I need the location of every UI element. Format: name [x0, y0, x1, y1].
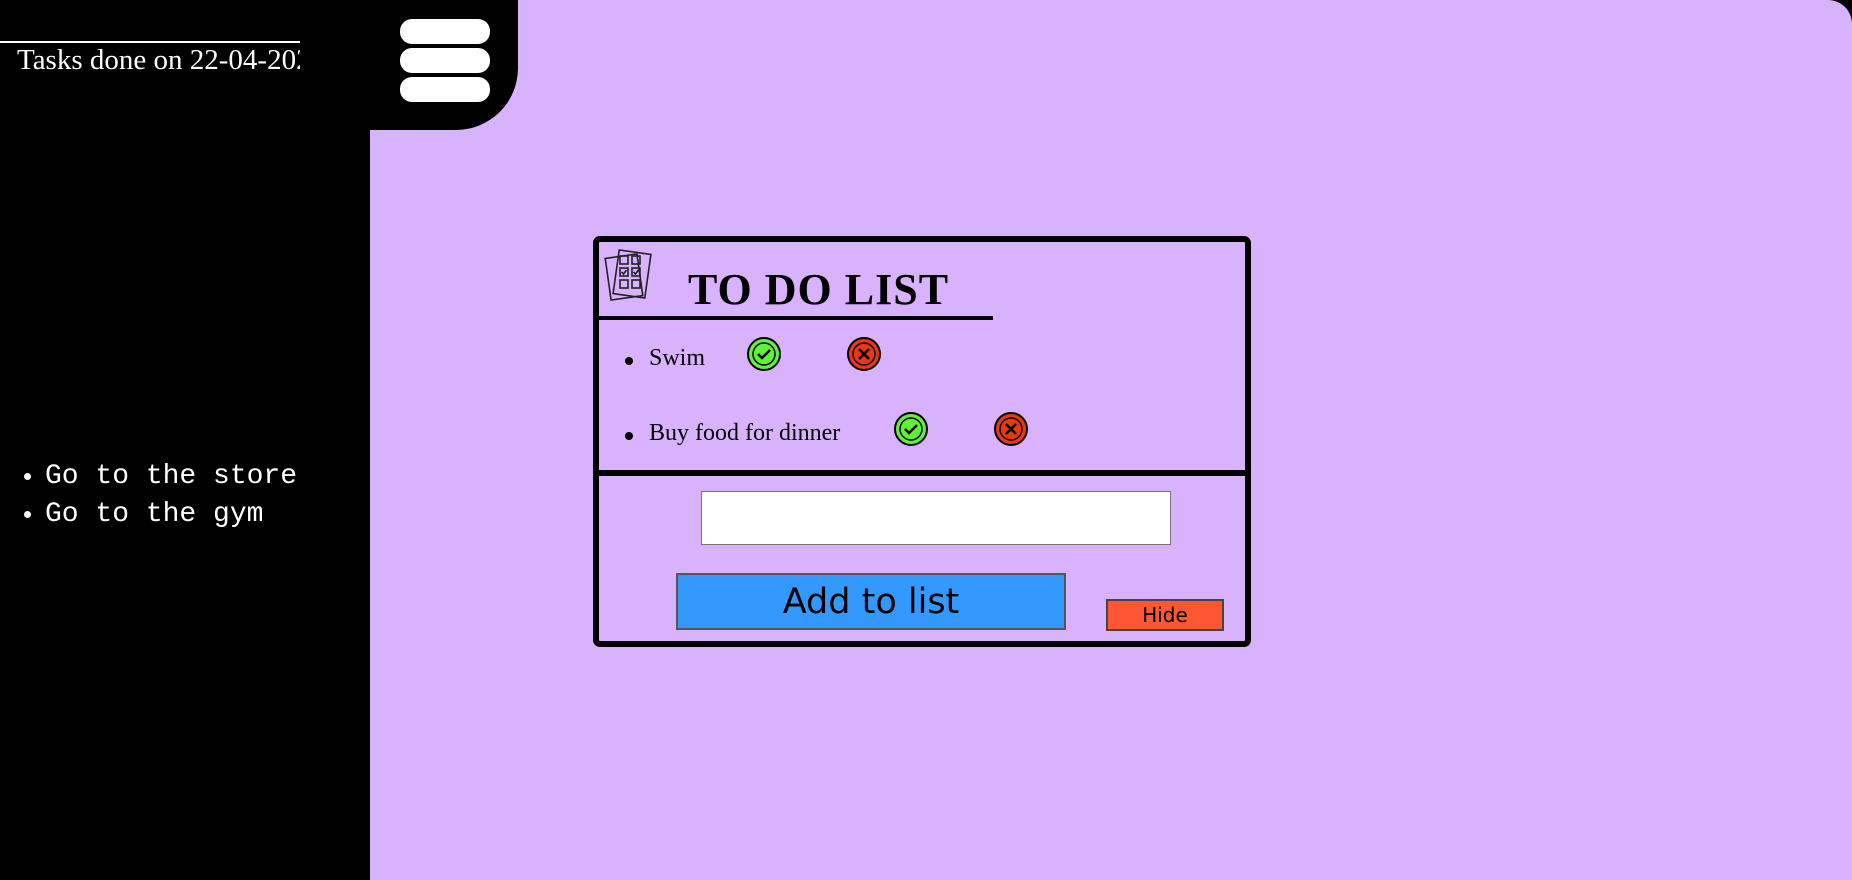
checklist-icon [604, 249, 652, 301]
todo-item: Buy food for dinner [599, 412, 1239, 456]
menu-bar [400, 77, 490, 102]
list-item: Go to the store [45, 458, 297, 496]
sidebar: Tasks done on 22-04-2024 Go to the store… [0, 0, 370, 880]
bullet [625, 357, 633, 365]
menu-bar [400, 19, 490, 44]
todo-label: Swim [649, 345, 706, 371]
menu-bar [400, 48, 490, 73]
sidebar-title: Tasks done on 22-04-2024 [17, 44, 326, 76]
hide-button[interactable]: Hide [1106, 599, 1224, 631]
hamburger-menu-icon[interactable] [395, 14, 497, 104]
card-header: TO DO LIST [599, 242, 993, 320]
complete-check-icon[interactable] [894, 412, 928, 446]
todo-item: Swim [599, 337, 1239, 381]
delete-x-icon[interactable] [847, 337, 881, 371]
complete-check-icon[interactable] [747, 337, 781, 371]
new-task-input[interactable] [701, 491, 1171, 545]
bullet [625, 432, 633, 440]
add-to-list-button[interactable]: Add to list [676, 573, 1066, 630]
list-item: Go to the gym [45, 496, 297, 534]
divider [599, 470, 1245, 476]
delete-x-icon[interactable] [994, 412, 1028, 446]
todo-label: Buy food for dinner [649, 420, 841, 446]
done-tasks-list: Go to the store Go to the gym [15, 458, 297, 534]
todo-card: TO DO LIST Swim Buy food for dinner Add … [593, 236, 1251, 647]
card-title: TO DO LIST [688, 265, 950, 314]
